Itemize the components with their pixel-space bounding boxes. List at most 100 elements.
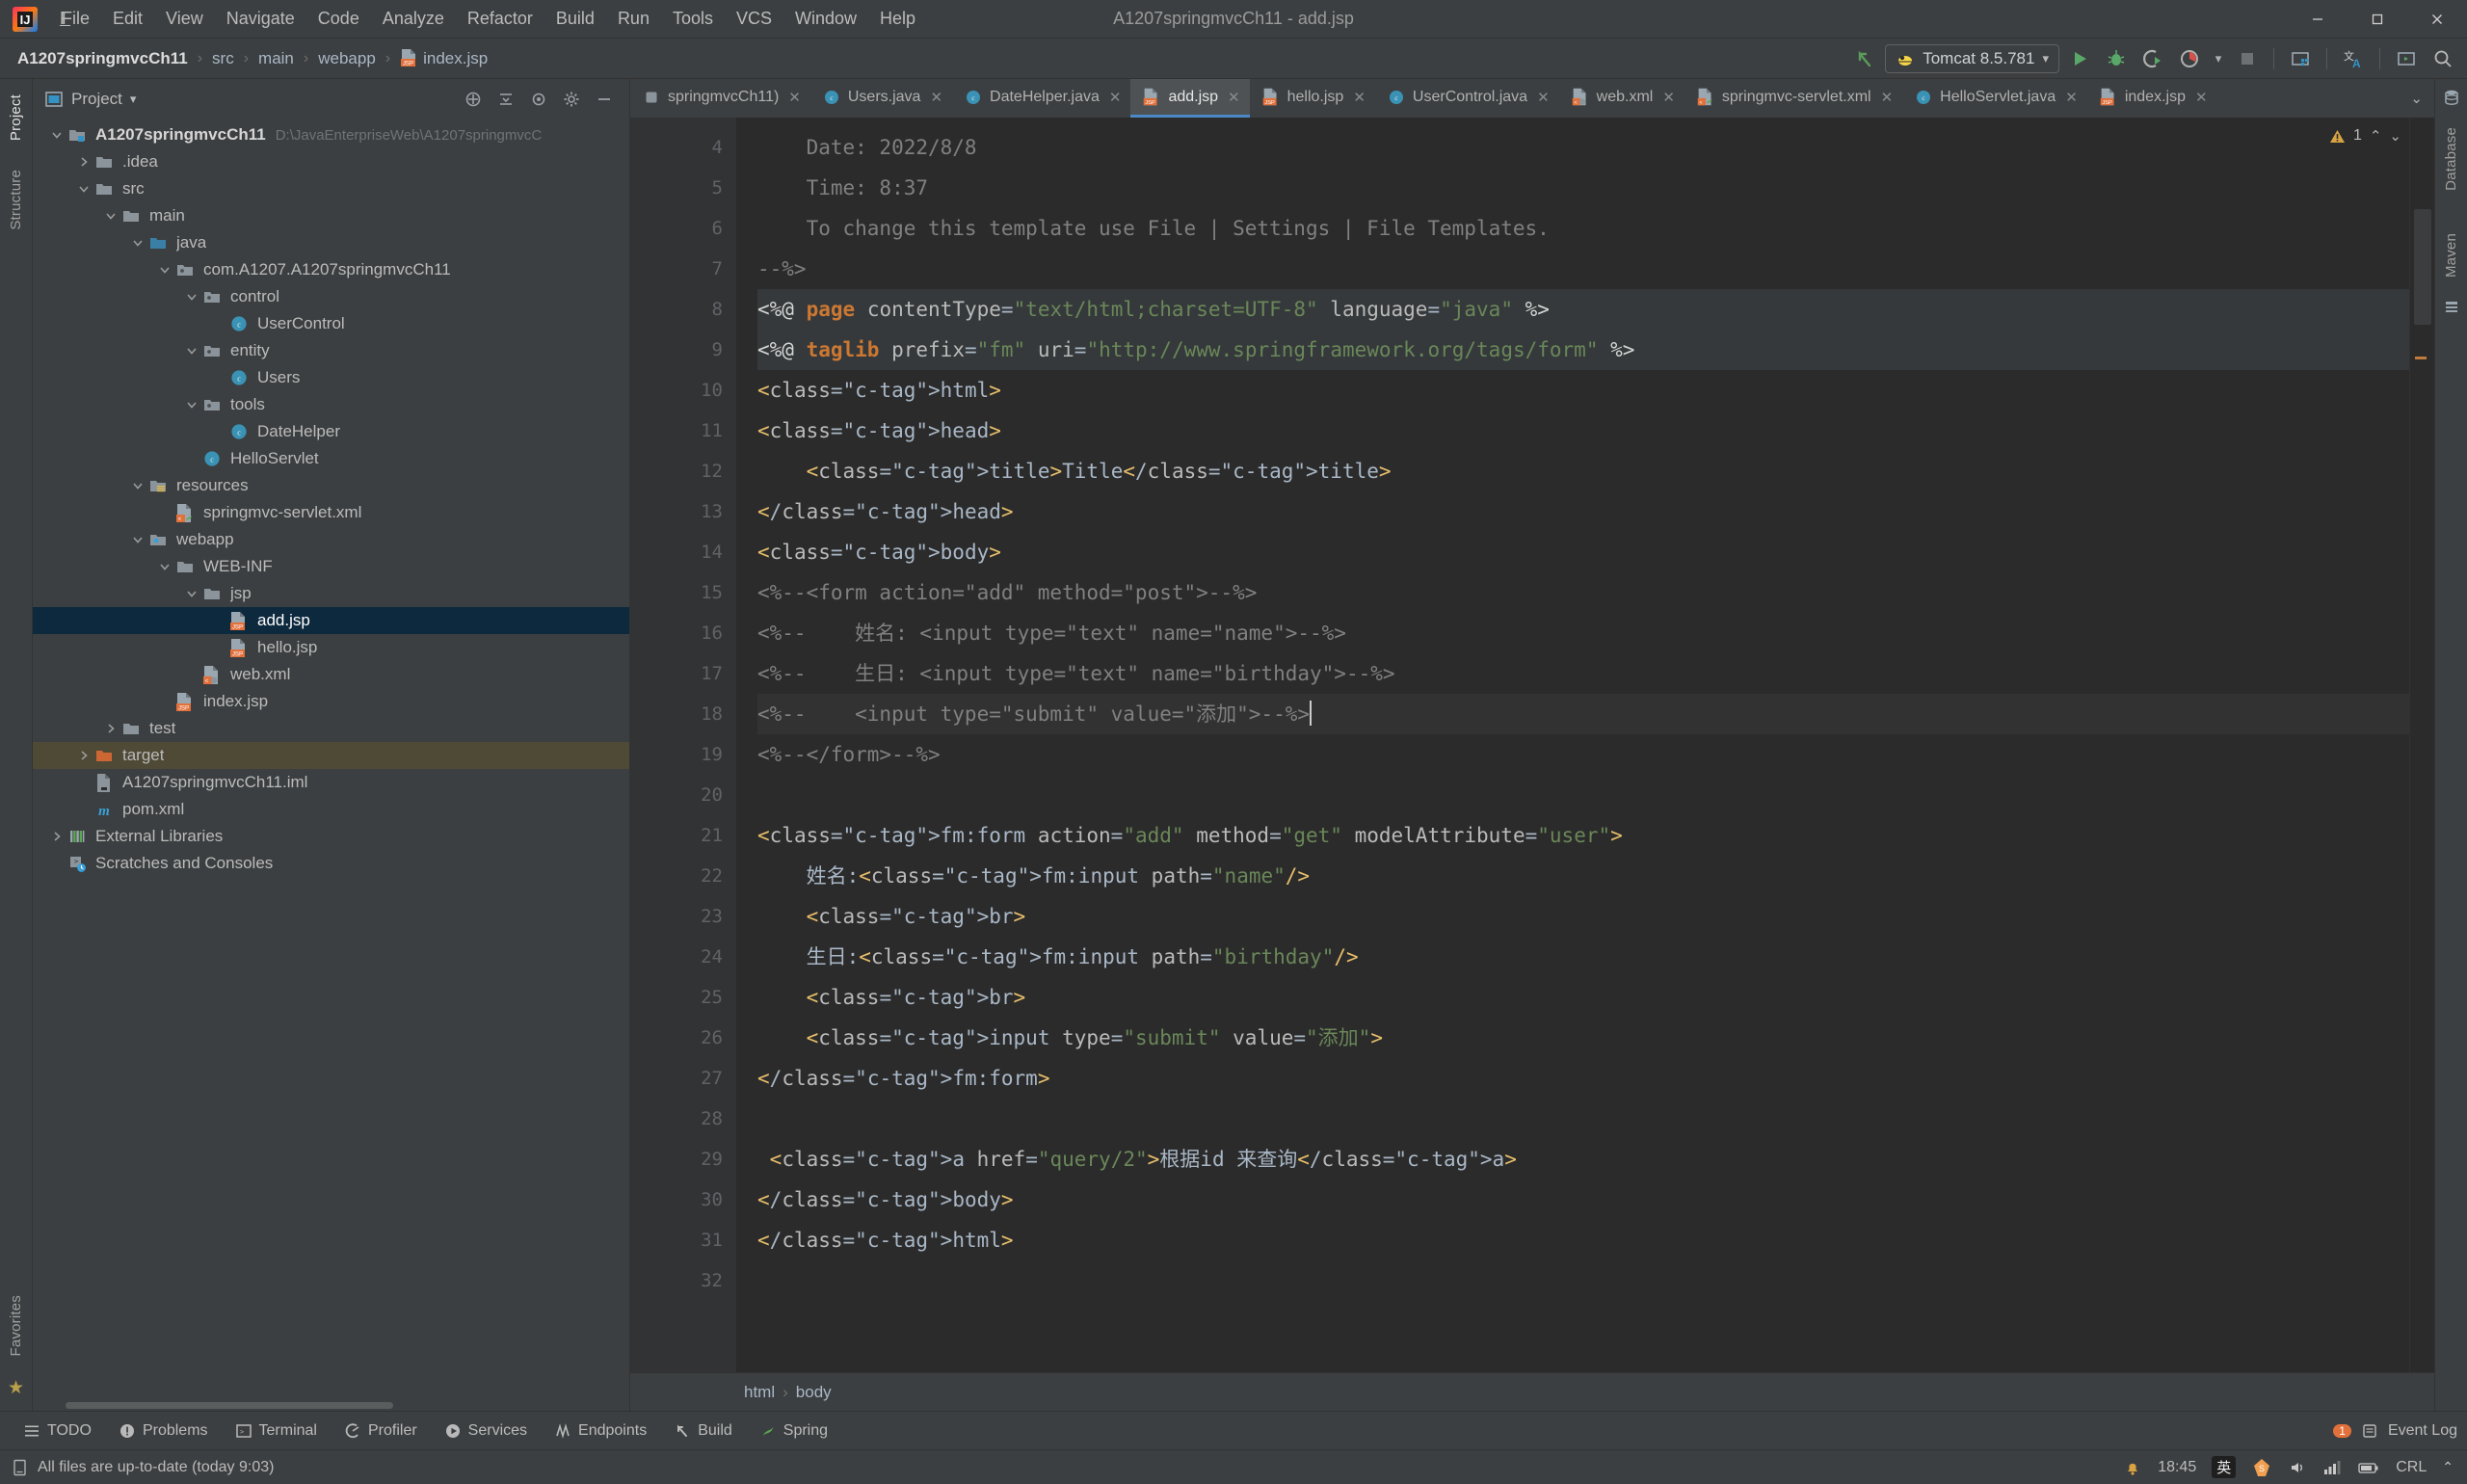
editor-tabs[interactable]: springmvcCh11) ✕ c Users.java ✕ c DateHelper.j… [630, 79, 2434, 118]
tree-node-add-jsp[interactable]: JSP add.jsp [33, 607, 629, 634]
menu-view[interactable]: View [154, 5, 215, 33]
close-icon[interactable]: ✕ [1109, 89, 1122, 106]
tree-node-entity[interactable]: entity [33, 337, 629, 364]
code-line[interactable]: </class="c-tag">head> [757, 491, 2409, 532]
project-structure-icon[interactable] [2284, 42, 2317, 75]
chevron-down-icon[interactable]: ▾ [2042, 51, 2049, 66]
line-separator-status[interactable]: CRL [2396, 1459, 2427, 1476]
run-configuration-selector[interactable]: Tomcat 8.5.781 ▾ [1885, 44, 2059, 73]
breadcrumb-webapp[interactable]: webapp [314, 47, 380, 70]
gutter-line-number[interactable]: 16 [630, 613, 736, 653]
code-line[interactable]: 生日:<class="c-tag">fm:input path="birthda… [757, 937, 2409, 977]
tree-node-datehelper[interactable]: c DateHelper [33, 418, 629, 445]
tree-node-web-xml[interactable]: < web.xml [33, 661, 629, 688]
gutter-line-number[interactable]: 17 [630, 653, 736, 694]
code-line[interactable] [757, 1260, 2409, 1301]
code-line[interactable]: <%-- <input type="submit" value="添加">--%… [757, 694, 2409, 734]
tree-node-helloservlet[interactable]: c HelloServlet [33, 445, 629, 472]
translate-icon[interactable]: 文A [2337, 42, 2370, 75]
menu-build[interactable]: Build [544, 5, 606, 33]
gutter-line-number[interactable]: 20 [630, 775, 736, 815]
ime-chinese-icon[interactable]: 英 [2212, 1456, 2237, 1478]
chevron-up-icon[interactable]: ⌃ [2442, 1459, 2454, 1475]
tree-node-target[interactable]: target [33, 742, 629, 769]
terminal-icon[interactable] [2390, 42, 2423, 75]
tool-window-button-spring[interactable]: Spring [748, 1418, 839, 1444]
gutter-line-number[interactable]: 21 [630, 815, 750, 856]
chevron-down-icon[interactable] [46, 124, 67, 146]
event-log-button[interactable]: 1 Event Log [2333, 1422, 2467, 1440]
maven-icon[interactable] [2444, 299, 2459, 314]
search-everywhere-icon[interactable] [2427, 42, 2459, 75]
tree-node-a1207springmvcch11-iml[interactable]: A1207springmvcCh11.iml [33, 769, 629, 796]
breadcrumb-src[interactable]: src [208, 47, 238, 70]
editor-tab-springmvc-servlet-xml[interactable]: < springmvc-servlet.xml ✕ [1684, 79, 1902, 118]
network-icon[interactable] [2322, 1458, 2342, 1477]
sidebar-tab-favorites[interactable]: Favorites [6, 1287, 26, 1365]
menu-window[interactable]: Window [783, 5, 868, 33]
gutter-line-number[interactable]: 23 [630, 896, 736, 937]
editor-tab-users-java[interactable]: c Users.java ✕ [810, 79, 952, 118]
gutter-line-number[interactable]: 8 [630, 289, 736, 330]
chevron-down-icon[interactable] [154, 259, 175, 280]
sidebar-tab-structure[interactable]: Structure [6, 162, 26, 238]
tree-node-control[interactable]: control [33, 283, 629, 310]
code-line[interactable]: <class="c-tag">html> [757, 370, 2409, 411]
menu-edit[interactable]: Edit [101, 5, 154, 33]
code-line[interactable]: <class="c-tag">a href="query/2">根据id 来查询… [757, 1139, 2409, 1179]
editor-code-content[interactable]: Date: 2022/8/8 Time: 8:37 To change this… [736, 118, 2409, 1372]
menu-code[interactable]: Code [306, 5, 371, 33]
code-line[interactable]: <%--</form>--%> [757, 734, 2409, 775]
tree-node-scratches-and-consoles[interactable]: >_ Scratches and Consoles [33, 850, 629, 877]
tool-window-button-terminal[interactable]: > Terminal [224, 1418, 329, 1444]
close-icon[interactable]: ✕ [2065, 89, 2078, 106]
profiler-icon[interactable] [2173, 42, 2206, 75]
sidebar-tab-database[interactable]: Database [2441, 119, 2461, 199]
tree-node-web-inf[interactable]: WEB-INF [33, 553, 629, 580]
tree-node-src[interactable]: src [33, 175, 629, 202]
code-line[interactable]: </class="c-tag">fm:form> [757, 1058, 2409, 1099]
tree-node-users[interactable]: c Users [33, 364, 629, 391]
hide-panel-icon[interactable] [593, 88, 616, 111]
close-icon[interactable]: ✕ [1228, 89, 1240, 106]
editor-tab-web-xml[interactable]: < web.xml ✕ [1559, 79, 1684, 118]
menu-analyze[interactable]: Analyze [371, 5, 456, 33]
close-icon[interactable]: ✕ [2195, 89, 2208, 106]
gutter-line-number[interactable]: 15 [630, 572, 736, 613]
sidebar-tab-maven[interactable]: Maven [2441, 225, 2461, 285]
close-icon[interactable]: ✕ [930, 89, 942, 106]
chevron-right-icon[interactable] [73, 745, 94, 766]
code-line[interactable]: To change this template use File | Setti… [757, 208, 2409, 249]
tree-node-com-a1207-a1207springmvcch11[interactable]: com.A1207.A1207springmvcCh11 [33, 256, 629, 283]
tree-node-resources[interactable]: resources [33, 472, 629, 499]
inspection-status[interactable]: 1 ⌃ ⌄ [2329, 127, 2401, 145]
code-line[interactable]: 姓名:<class="c-tag">fm:input path="name"/> [757, 856, 2409, 896]
chevron-right-icon[interactable] [100, 718, 121, 739]
gutter-line-number[interactable]: 6 [630, 208, 736, 249]
code-line[interactable]: <class="c-tag">br> [757, 896, 2409, 937]
gutter-line-number[interactable]: 31 [630, 1220, 750, 1260]
chevron-down-icon[interactable] [154, 556, 175, 577]
code-line[interactable]: <class="c-tag">title>Title</class="c-tag… [757, 451, 2409, 491]
menu-navigate[interactable]: Navigate [215, 5, 306, 33]
editor-tab-springmvcch11[interactable]: springmvcCh11) ✕ [630, 79, 810, 118]
close-button[interactable] [2407, 0, 2467, 39]
chevron-down-icon[interactable] [127, 475, 148, 496]
collapse-all-icon[interactable] [494, 88, 517, 111]
breadcrumb-file[interactable]: JSP index.jsp [396, 46, 491, 70]
gutter-line-number[interactable]: 12 [630, 451, 736, 491]
close-icon[interactable]: ✕ [1537, 89, 1550, 106]
code-line[interactable]: <class="c-tag">body> [757, 532, 2409, 572]
code-editor[interactable]: 4 5 6 7 8 9 10 11 12 13 14 15 16 17 18 19 20 21 22 23 24 25 26… [630, 118, 2434, 1372]
code-line[interactable]: --%> [757, 249, 2409, 289]
close-icon[interactable]: ✕ [1353, 89, 1366, 106]
menu-file[interactable]: FFile [48, 5, 101, 33]
breadcrumb-html[interactable]: html [744, 1383, 775, 1402]
notification-bell-icon[interactable] [2123, 1458, 2142, 1477]
gutter-line-number[interactable]: 28 [630, 1099, 736, 1139]
tool-window-button-endpoints[interactable]: Endpoints [543, 1418, 658, 1444]
chevron-right-icon[interactable] [73, 151, 94, 172]
editor-tab-index-jsp[interactable]: JSP index.jsp ✕ [2087, 79, 2217, 118]
breadcrumb-main[interactable]: main [254, 47, 298, 70]
tree-node-index-jsp[interactable]: JSP index.jsp [33, 688, 629, 715]
